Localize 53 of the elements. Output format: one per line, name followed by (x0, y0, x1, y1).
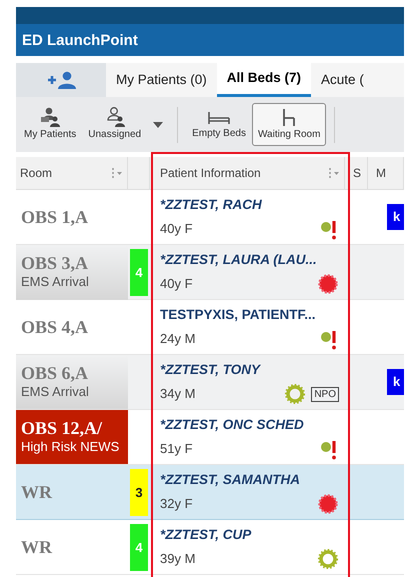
room-note: EMS Arrival (21, 383, 90, 401)
patient-age-sex: 39y M (160, 550, 196, 568)
patient-age-sex: 32y F (160, 495, 193, 514)
patient-name[interactable]: TESTPYXIS, PATIENTF... (160, 305, 339, 324)
patient-age-sex: 51y F (160, 440, 193, 458)
room-name: OBS 12,A/ (21, 418, 104, 438)
table-row[interactable]: OBS 3,A EMS Arrival 4 *ZZTEST, LAURA (LAU... 40y F (16, 245, 404, 300)
room-name: WR (21, 482, 54, 502)
column-header[interactable]: Room (16, 157, 128, 189)
table-row[interactable]: WR 4 *ZZTEST, CUP 39y M (16, 520, 404, 575)
patient-name[interactable]: *ZZTEST, LAURA (LAU... (160, 250, 339, 269)
column-header[interactable]: M (368, 157, 404, 189)
people-icon (39, 107, 62, 127)
patient-name[interactable]: *ZZTEST, CUP (160, 525, 339, 544)
room-note: EMS Arrival (21, 273, 90, 291)
acuity-badge: 4 (130, 249, 148, 296)
toolbar-button[interactable]: Empty Beds (186, 104, 252, 145)
add-patient-tab[interactable] (16, 63, 106, 97)
table-row[interactable]: OBS 6,A EMS Arrival *ZZTEST, TONY 34y M NPO k (16, 355, 404, 410)
toolbar-button[interactable]: Waiting Room (252, 103, 326, 146)
patient-age-sex: 34y M (160, 385, 196, 404)
acuity-badge: 3 (130, 469, 148, 516)
room-note: High Risk NEWS (21, 438, 120, 456)
column-header[interactable]: S (345, 157, 368, 189)
patient-age-sex: 40y F (160, 275, 193, 294)
status-tag: NPO (311, 386, 339, 402)
room-name: OBS 1,A (21, 207, 90, 227)
room-name: OBS 6,A (21, 363, 90, 383)
column-header[interactable]: Patient Information (150, 157, 345, 189)
patient-age-sex: 24y M (160, 330, 196, 348)
patient-age-sex: 40y F (160, 220, 193, 238)
room-name: OBS 4,A (21, 317, 90, 337)
room-name: OBS 3,A (21, 253, 90, 273)
patient-name[interactable]: *ZZTEST, ONC SCHED (160, 415, 339, 434)
tab[interactable]: My Patients (0) (106, 63, 217, 97)
add-person-icon (46, 71, 76, 89)
window-title: ED LaunchPoint (22, 32, 138, 49)
caret-icon (153, 122, 164, 128)
column-menu-icon (328, 167, 340, 179)
patient-name[interactable]: *ZZTEST, SAMANTHA (160, 470, 339, 489)
patient-name[interactable]: *ZZTEST, RACH (160, 195, 339, 214)
toolbar-button[interactable]: Unassigned (82, 103, 148, 146)
acuity-badge: 4 (130, 524, 148, 571)
tab[interactable]: All Beds (7) (216, 63, 312, 97)
toolbar-button[interactable]: My Patients (18, 103, 82, 146)
column-menu-icon (111, 167, 123, 179)
patient-name[interactable]: *ZZTEST, TONY (160, 360, 339, 379)
room-name: WR (21, 537, 54, 557)
m-badge: k (387, 204, 404, 230)
table-row[interactable]: OBS 12,A/ High Risk NEWS *ZZTEST, ONC SCHED 51y F (16, 410, 404, 465)
m-badge: k (387, 369, 404, 395)
tab[interactable]: Acute ( (311, 63, 374, 97)
table-row[interactable]: WR 3 *ZZTEST, SAMANTHA 32y F (16, 465, 404, 520)
